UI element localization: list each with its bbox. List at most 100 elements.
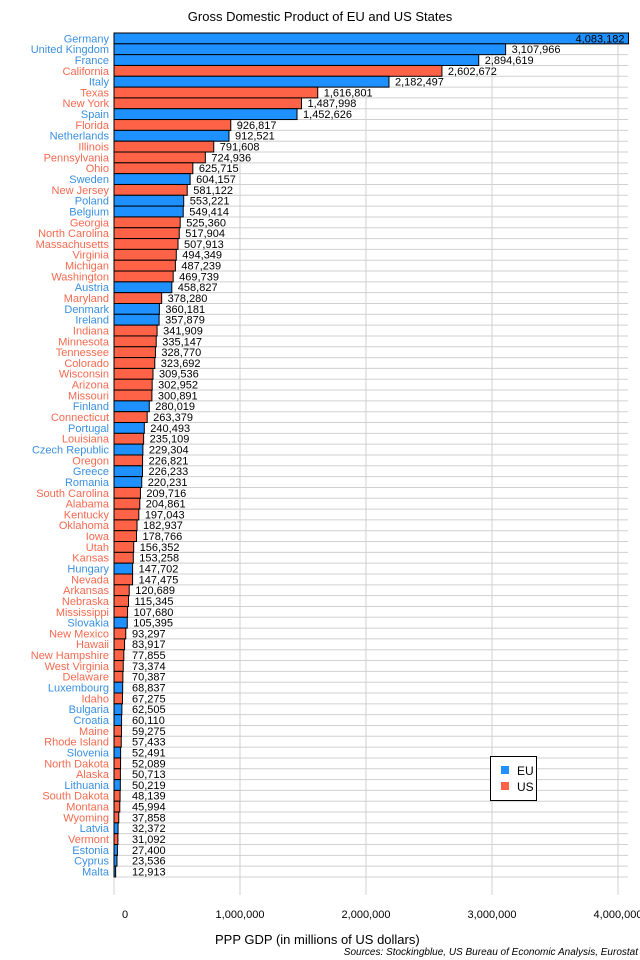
category-label: Malta bbox=[82, 866, 110, 878]
bar-maryland bbox=[113, 292, 163, 304]
bar-nebraska bbox=[113, 595, 130, 607]
bar-maine bbox=[113, 724, 122, 737]
bar-oregon bbox=[113, 454, 144, 467]
bar-belgium bbox=[113, 205, 184, 218]
sources-note: Sources: Stockingblue, US Bureau of Econ… bbox=[343, 947, 638, 958]
bar-poland bbox=[113, 194, 185, 207]
bar-oklahoma bbox=[113, 519, 138, 532]
bar-luxembourg bbox=[113, 681, 124, 694]
bar-greece bbox=[113, 465, 144, 478]
bar-hawaii bbox=[113, 638, 126, 651]
bar-montana bbox=[113, 800, 121, 813]
bar-estonia bbox=[113, 844, 118, 856]
value-labels: 4,083,1823,107,9662,894,6192,602,6722,18… bbox=[132, 33, 624, 878]
legend-swatch-eu bbox=[501, 766, 509, 774]
bar-kentucky bbox=[113, 508, 140, 521]
bar-czech-republic bbox=[113, 443, 144, 456]
bar-north-carolina bbox=[113, 227, 180, 240]
bar-minnesota bbox=[113, 335, 157, 348]
bar-netherlands bbox=[113, 129, 230, 142]
legend-label-eu: EU bbox=[517, 764, 534, 778]
bar-south-dakota bbox=[113, 789, 121, 802]
x-tick-labels: 0 1,000,000 2,000,000 3,000,000 4,000,000 bbox=[122, 909, 640, 921]
bar-nevada bbox=[113, 573, 134, 586]
bar-pennsylvania bbox=[113, 151, 206, 164]
category-labels: GermanyUnited KingdomFranceCaliforniaIta… bbox=[31, 33, 110, 878]
bar-france bbox=[113, 54, 480, 66]
bar-ohio bbox=[113, 162, 194, 175]
bar-washington bbox=[113, 270, 174, 283]
bar-austria bbox=[113, 281, 173, 294]
x-tick-label: 1,000,000 bbox=[216, 909, 265, 921]
x-tick-label: 2,000,000 bbox=[342, 909, 391, 921]
bar-sweden bbox=[113, 173, 191, 185]
x-tick-label: 4,000,000 bbox=[594, 909, 640, 921]
legend: EU US bbox=[490, 756, 537, 801]
bar-finland bbox=[113, 400, 150, 413]
value-label: 2,602,672 bbox=[448, 66, 497, 78]
bar-virginia bbox=[113, 248, 177, 261]
bar-tennessee bbox=[113, 346, 156, 359]
bar-italy bbox=[113, 75, 390, 88]
bar-united-kingdom bbox=[113, 43, 507, 56]
bar-latvia bbox=[113, 822, 119, 835]
bar-colorado bbox=[113, 357, 156, 369]
bar-new-york bbox=[113, 97, 302, 110]
bar-malta bbox=[113, 865, 117, 878]
bar-rhode-island bbox=[113, 735, 122, 748]
bar-croatia bbox=[113, 714, 123, 726]
x-tick-label: 3,000,000 bbox=[468, 909, 517, 921]
bar-new-jersey bbox=[113, 183, 188, 196]
bar-west-virginia bbox=[113, 660, 124, 672]
legend-item-eu: EU bbox=[501, 764, 534, 778]
bar-hungary bbox=[113, 562, 134, 575]
bar-slovenia bbox=[113, 746, 122, 759]
bar-florida bbox=[113, 119, 232, 131]
bar-connecticut bbox=[113, 411, 148, 424]
value-label: 1,452,626 bbox=[303, 109, 352, 121]
bar-spain bbox=[113, 108, 298, 121]
bar-arizona bbox=[113, 378, 153, 391]
value-label: 2,182,497 bbox=[395, 77, 444, 89]
bar-cyprus bbox=[113, 854, 118, 867]
bar-bulgaria bbox=[113, 703, 123, 716]
bar-vermont bbox=[113, 833, 119, 845]
bar-portugal bbox=[113, 422, 145, 434]
bar-utah bbox=[113, 541, 135, 553]
bar-new-mexico bbox=[113, 627, 127, 640]
x-tick-label: 0 bbox=[122, 909, 128, 921]
bar-delaware bbox=[113, 670, 124, 683]
bar-denmark bbox=[113, 303, 160, 315]
bar-lithuania bbox=[113, 779, 121, 791]
bar-louisiana bbox=[113, 432, 145, 445]
bar-arkansas bbox=[113, 584, 130, 597]
bar-ireland bbox=[113, 313, 160, 326]
bar-massachusetts bbox=[113, 238, 179, 250]
bar-chart: GermanyUnited KingdomFranceCaliforniaIta… bbox=[31, 32, 640, 921]
bar-texas bbox=[113, 86, 319, 99]
bar-north-dakota bbox=[113, 757, 122, 770]
bar-wyoming bbox=[113, 811, 120, 824]
bar-georgia bbox=[113, 216, 181, 229]
x-axis-title: PPP GDP (in millions of US dollars) bbox=[215, 932, 420, 947]
legend-label-us: US bbox=[517, 780, 534, 794]
bar-wisconsin bbox=[113, 367, 154, 380]
bar-iowa bbox=[113, 530, 138, 543]
bar-slovakia bbox=[113, 616, 128, 629]
bar-new-hampshire bbox=[113, 649, 125, 662]
bar-alabama bbox=[113, 497, 141, 510]
value-label: 12,913 bbox=[132, 866, 166, 878]
bar-illinois bbox=[113, 140, 215, 153]
legend-item-us: US bbox=[501, 780, 534, 794]
bar-romania bbox=[113, 476, 143, 488]
value-label: 4,083,182 bbox=[576, 33, 625, 45]
bar-germany bbox=[113, 32, 629, 45]
bar-mississippi bbox=[113, 605, 129, 618]
bar-kansas bbox=[113, 551, 134, 564]
bar-california bbox=[113, 64, 443, 77]
bar-michigan bbox=[113, 259, 176, 272]
bar-idaho bbox=[113, 692, 123, 705]
bar-missouri bbox=[113, 389, 153, 402]
bar-alaska bbox=[113, 768, 121, 781]
bar-south-carolina bbox=[113, 486, 141, 499]
